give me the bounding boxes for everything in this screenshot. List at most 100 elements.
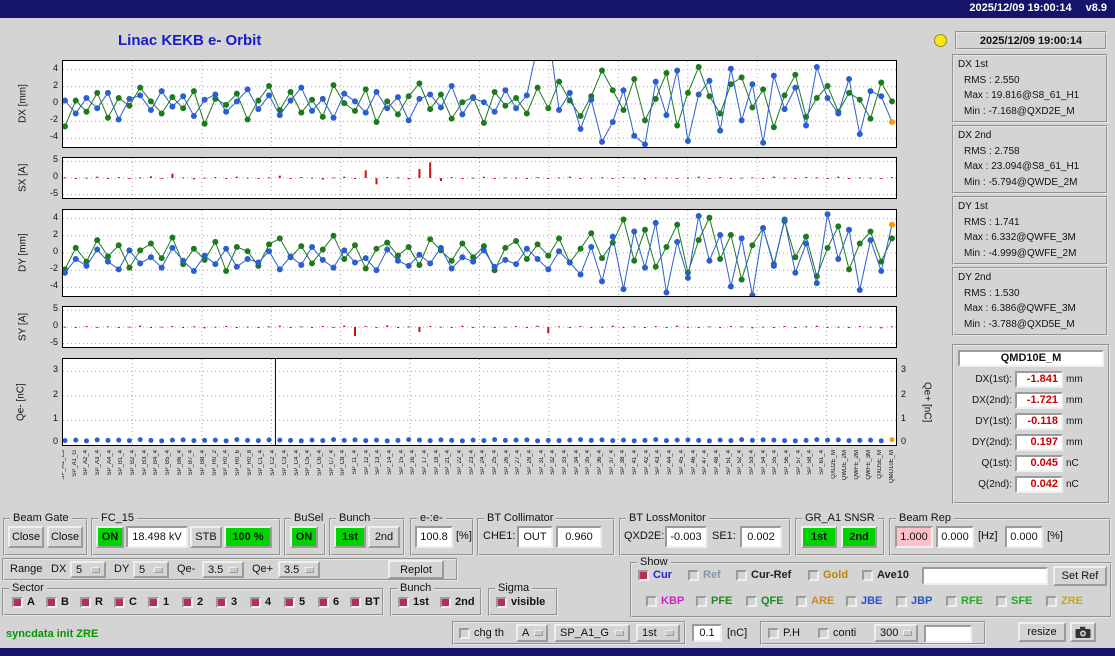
checkbox[interactable] (148, 596, 159, 608)
conti-checkbox[interactable]: conti (818, 627, 856, 639)
checkbox[interactable] (80, 596, 91, 608)
show-sfe-checkbox[interactable]: SFE (996, 595, 1032, 607)
sector-checkbox-a[interactable]: A (12, 596, 35, 608)
checkbox[interactable] (284, 596, 295, 608)
extra-input[interactable] (924, 625, 972, 643)
show-cur-checkbox[interactable]: Cur (638, 569, 672, 581)
sector-item-label: BT (365, 596, 380, 608)
checkbox[interactable] (808, 569, 819, 581)
checkbox[interactable] (646, 595, 657, 607)
checkbox[interactable] (768, 627, 779, 639)
sector-checkbox-r[interactable]: R (80, 596, 103, 608)
bunch-1st-button[interactable]: 1st (334, 526, 366, 548)
checkbox[interactable] (846, 595, 857, 607)
checkbox[interactable] (440, 596, 451, 608)
bunch-select[interactable]: 1st (636, 624, 680, 642)
fc15-stb-button[interactable]: STB (190, 526, 222, 548)
threshold-input[interactable]: 0.1 (692, 624, 722, 642)
monitor-row-label: DY(1st): (975, 415, 1012, 427)
checkbox[interactable] (818, 627, 829, 639)
checkbox[interactable] (398, 596, 409, 608)
range-dy-label: DY (114, 563, 130, 575)
sector-checkbox-2[interactable]: 2 (182, 596, 203, 608)
checkbox[interactable] (696, 595, 707, 607)
x-axis-label: SP_44_4 (667, 450, 674, 475)
checkbox[interactable] (250, 596, 261, 608)
busel-on-button[interactable]: ON (290, 526, 318, 548)
checkbox[interactable] (114, 596, 125, 608)
threshold-unit: [nC] (727, 627, 748, 639)
beam-gate-close-2-button[interactable]: Close (47, 526, 83, 548)
bunch-2nd-checkbox[interactable]: 2nd (440, 596, 475, 608)
checkbox[interactable] (318, 596, 329, 608)
show-ave10-checkbox[interactable]: Ave10 (862, 569, 909, 581)
show-ref-checkbox[interactable]: Ref (688, 569, 721, 581)
chg-th-checkbox[interactable]: chg th (459, 627, 504, 639)
show-zre-checkbox[interactable]: ZRE (1046, 595, 1083, 607)
show-rfe-checkbox[interactable]: RFE (946, 595, 983, 607)
x-axis-label: SP_23_4 (468, 450, 475, 475)
range-dy-select[interactable]: 5 (133, 561, 169, 578)
sector-checkbox-bt[interactable]: BT (350, 596, 380, 608)
sector-checkbox-6[interactable]: 6 (318, 596, 339, 608)
sector-checkbox-1[interactable]: 1 (148, 596, 169, 608)
sector-checkbox-3[interactable]: 3 (216, 596, 237, 608)
range-dx-select[interactable]: 5 (70, 561, 106, 578)
beam-rep-group: Beam Rep 1.000 0.000 [Hz] 0.000 [%] (889, 512, 1111, 556)
x-axis-label: SP_37_4 (608, 450, 615, 475)
sector-checkbox-b[interactable]: B (46, 596, 69, 608)
checkbox[interactable] (946, 595, 957, 607)
x-axis-label: SP_52_4 (737, 450, 744, 475)
sector-checkbox-c[interactable]: C (114, 596, 137, 608)
resize-button[interactable]: resize (1018, 622, 1066, 642)
ref-name-input[interactable] (922, 567, 1048, 585)
checkbox[interactable] (688, 569, 699, 581)
axis-tick-label: 0 (52, 246, 58, 256)
set-ref-button[interactable]: Set Ref (1053, 566, 1107, 586)
checkbox[interactable] (796, 595, 807, 607)
range-qep-select[interactable]: 3.5 (278, 561, 320, 578)
show-pfe-checkbox[interactable]: PFE (696, 595, 732, 607)
gr-snsr-1st-button[interactable]: 1st (801, 526, 837, 548)
sector-checkbox-5[interactable]: 5 (284, 596, 305, 608)
sigma-visible-checkbox[interactable]: visible (496, 596, 545, 608)
sector-checkbox-4[interactable]: 4 (250, 596, 271, 608)
x-axis-label: SP_A2_4 (83, 450, 90, 476)
ph-checkbox[interactable]: P.H (768, 627, 800, 639)
fc15-on-button[interactable]: ON (96, 526, 124, 548)
checkbox[interactable] (996, 595, 1007, 607)
show-qfe-checkbox[interactable]: QFE (746, 595, 784, 607)
checkbox[interactable] (746, 595, 757, 607)
show-are-checkbox[interactable]: ARE (796, 595, 834, 607)
show-cur-ref-checkbox[interactable]: Cur-Ref (736, 569, 791, 581)
checkbox[interactable] (736, 569, 747, 581)
bunch-2nd-button[interactable]: 2nd (368, 526, 400, 548)
checkbox[interactable] (862, 569, 873, 581)
acquisition-panel: P.H conti 300 (760, 621, 986, 645)
checkbox[interactable] (638, 569, 649, 581)
count-select[interactable]: 300 (874, 624, 918, 642)
gr-snsr-2nd-button[interactable]: 2nd (841, 526, 877, 548)
checkbox[interactable] (1046, 595, 1057, 607)
show-jbe-checkbox[interactable]: JBE (846, 595, 882, 607)
checkbox[interactable] (496, 596, 507, 608)
sp-select[interactable]: SP_A1_G (554, 624, 630, 642)
checkbox[interactable] (459, 627, 470, 639)
beam-gate-close-1-button[interactable]: Close (8, 526, 44, 548)
show-gold-checkbox[interactable]: Gold (808, 569, 848, 581)
chg-th-label: chg th (474, 627, 504, 639)
checkbox[interactable] (896, 595, 907, 607)
mode-select[interactable]: A (516, 624, 548, 642)
checkbox[interactable] (12, 596, 23, 608)
checkbox[interactable] (350, 596, 361, 608)
snapshot-button[interactable] (1070, 622, 1096, 642)
bunch-1st-checkbox[interactable]: 1st (398, 596, 429, 608)
checkbox[interactable] (182, 596, 193, 608)
checkbox[interactable] (46, 596, 57, 608)
checkbox[interactable] (216, 596, 227, 608)
replot-button[interactable]: Replot (388, 560, 444, 579)
range-qem-select[interactable]: 3.5 (202, 561, 244, 578)
show-jbp-checkbox[interactable]: JBP (896, 595, 932, 607)
show-kbp-checkbox[interactable]: KBP (646, 595, 684, 607)
bunch-value: 1st (642, 627, 657, 639)
